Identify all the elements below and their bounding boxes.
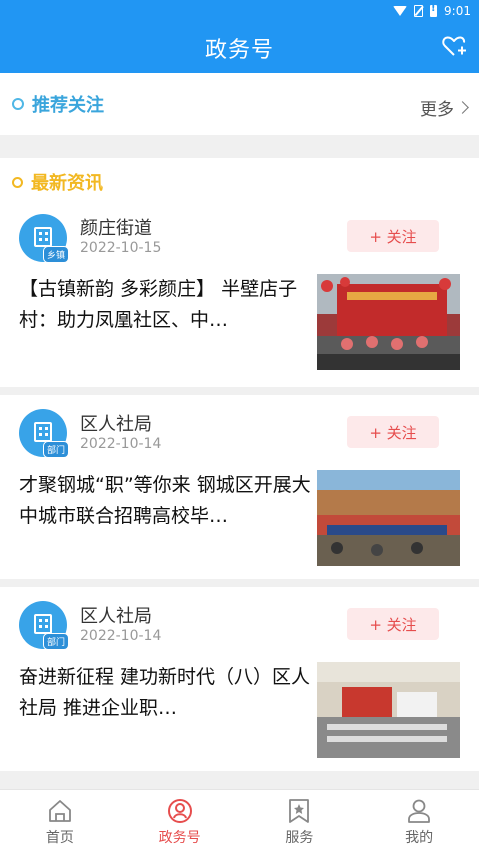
article-title[interactable]: 奋进新征程 建功新时代（八）区人社局 推进企业职… [19,662,311,724]
latest-news-header: 最新资讯 [0,158,479,206]
nav-home[interactable]: 首页 [0,790,120,851]
gov-account-icon [167,799,192,823]
building-icon [34,227,52,247]
status-time: 9:01 [444,4,471,18]
bullet-icon [12,98,24,110]
recommend-label: 推荐关注 [32,95,104,116]
nav-gov-account[interactable]: 政务号 [120,790,240,851]
source-avatar[interactable]: 乡镇 [19,214,69,263]
nav-label: 首页 [45,830,74,846]
nav-label: 政务号 [158,830,201,846]
follow-button[interactable]: + 关注 [347,416,439,448]
nav-label: 服务 [285,830,314,846]
source-name[interactable]: 区人社局 [80,602,152,628]
status-bar: 9:01 [393,2,471,20]
source-avatar[interactable]: 部门 [19,409,69,458]
heart-add-icon[interactable] [441,33,467,59]
follow-button[interactable]: + 关注 [347,608,439,640]
source-name[interactable]: 颜庄街道 [80,214,152,240]
source-type-badge: 部门 [42,441,69,458]
bottom-navigation: 首页 政务号 服务 我的 [0,789,479,851]
news-card[interactable]: 部门 区人社局 2022-10-14 + 关注 奋进新征程 建功新时代（八）区人… [0,587,479,771]
source-avatar[interactable]: 部门 [19,601,69,650]
chevron-right-icon [456,101,469,114]
source-name[interactable]: 区人社局 [80,410,152,436]
battery-alert-icon [430,3,438,17]
nav-mine[interactable]: 我的 [359,790,479,851]
article-thumbnail[interactable] [317,662,460,758]
more-label: 更多 [420,100,454,120]
bullet-icon [12,176,23,188]
nav-label: 我的 [405,830,434,846]
news-card[interactable]: 乡镇 颜庄街道 2022-10-15 + 关注 【古镇新韵 多彩颜庄】 半壁店子… [0,206,479,387]
latest-news-label: 最新资讯 [31,173,103,194]
wifi-icon [393,6,408,16]
user-icon [408,799,431,823]
article-thumbnail[interactable] [317,470,460,566]
building-icon [34,422,52,442]
nav-service[interactable]: 服务 [240,790,360,851]
article-thumbnail[interactable] [317,274,460,370]
publish-date: 2022-10-14 [80,628,162,644]
article-title[interactable]: 才聚钢城“职”等你来 钢城区开展大中城市联合招聘高校毕… [19,470,311,532]
news-card[interactable]: 部门 区人社局 2022-10-14 + 关注 才聚钢城“职”等你来 钢城区开展… [0,395,479,579]
follow-button[interactable]: + 关注 [347,220,439,252]
article-title[interactable]: 【古镇新韵 多彩颜庄】 半壁店子村：助力凤凰社区、中… [19,274,311,336]
source-type-badge: 部门 [42,633,69,650]
building-icon [34,614,52,634]
publish-date: 2022-10-14 [80,436,162,452]
more-button[interactable]: 更多 [420,95,469,120]
page-title: 政务号 [204,38,274,63]
recommend-follow-section: 推荐关注 更多 [0,73,479,135]
home-icon [48,800,71,822]
star-bookmark-icon [289,799,310,823]
source-type-badge: 乡镇 [42,246,69,263]
no-sim-icon [414,5,424,17]
publish-date: 2022-10-15 [80,240,162,256]
app-header: 9:01 政务号 [0,0,479,73]
